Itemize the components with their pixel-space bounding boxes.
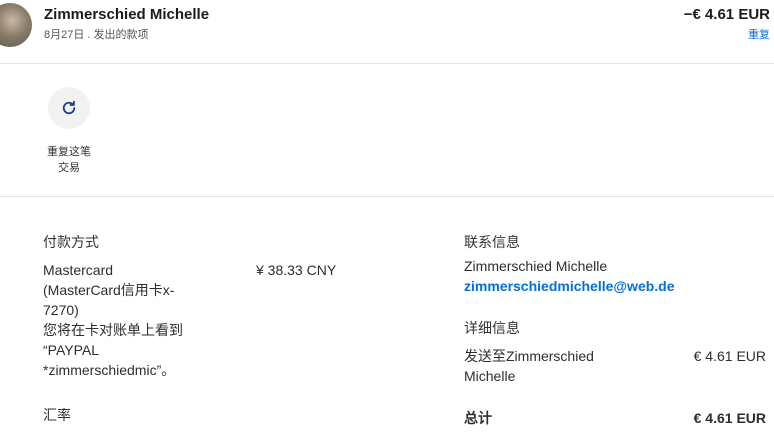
transaction-header: Zimmerschied Michelle 8月27日 . 发出的款项 −€ 4…: [0, 0, 774, 64]
merchant-name: Zimmerschied Michelle: [44, 6, 210, 23]
actions-bar: 重复这笔 交易: [0, 65, 774, 197]
refresh-icon: [62, 100, 76, 115]
payment-method-title: 付款方式: [43, 234, 99, 250]
payment-amount: ¥ 38.33 CNY: [256, 262, 337, 278]
transaction-amount: −€ 4.61 EUR: [683, 6, 770, 23]
details-title: 详细信息: [464, 320, 520, 336]
sent-to-label: 发送至Zimmerschied Michelle: [464, 348, 594, 384]
total-amount: € 4.61 EUR: [693, 410, 766, 426]
repeat-transaction-button[interactable]: [48, 87, 90, 129]
exchange-rate-title: 汇率: [43, 407, 71, 423]
sent-amount: € 4.61 EUR: [693, 348, 766, 364]
avatar: [0, 3, 32, 47]
total-label: 总计: [464, 410, 492, 426]
contact-info-title: 联系信息: [464, 234, 520, 250]
repeat-transaction-label: 重复这笔 交易: [47, 146, 91, 174]
repeat-link[interactable]: 重复: [748, 26, 770, 42]
card-details: Mastercard (MasterCard信用卡x- 7270) 您将在卡对账…: [43, 262, 183, 378]
contact-name: Zimmerschied Michelle: [464, 258, 608, 274]
contact-email-link[interactable]: zimmerschiedmichelle@web.de: [464, 276, 675, 296]
transaction-subtitle: 8月27日 . 发出的款项: [44, 29, 149, 41]
